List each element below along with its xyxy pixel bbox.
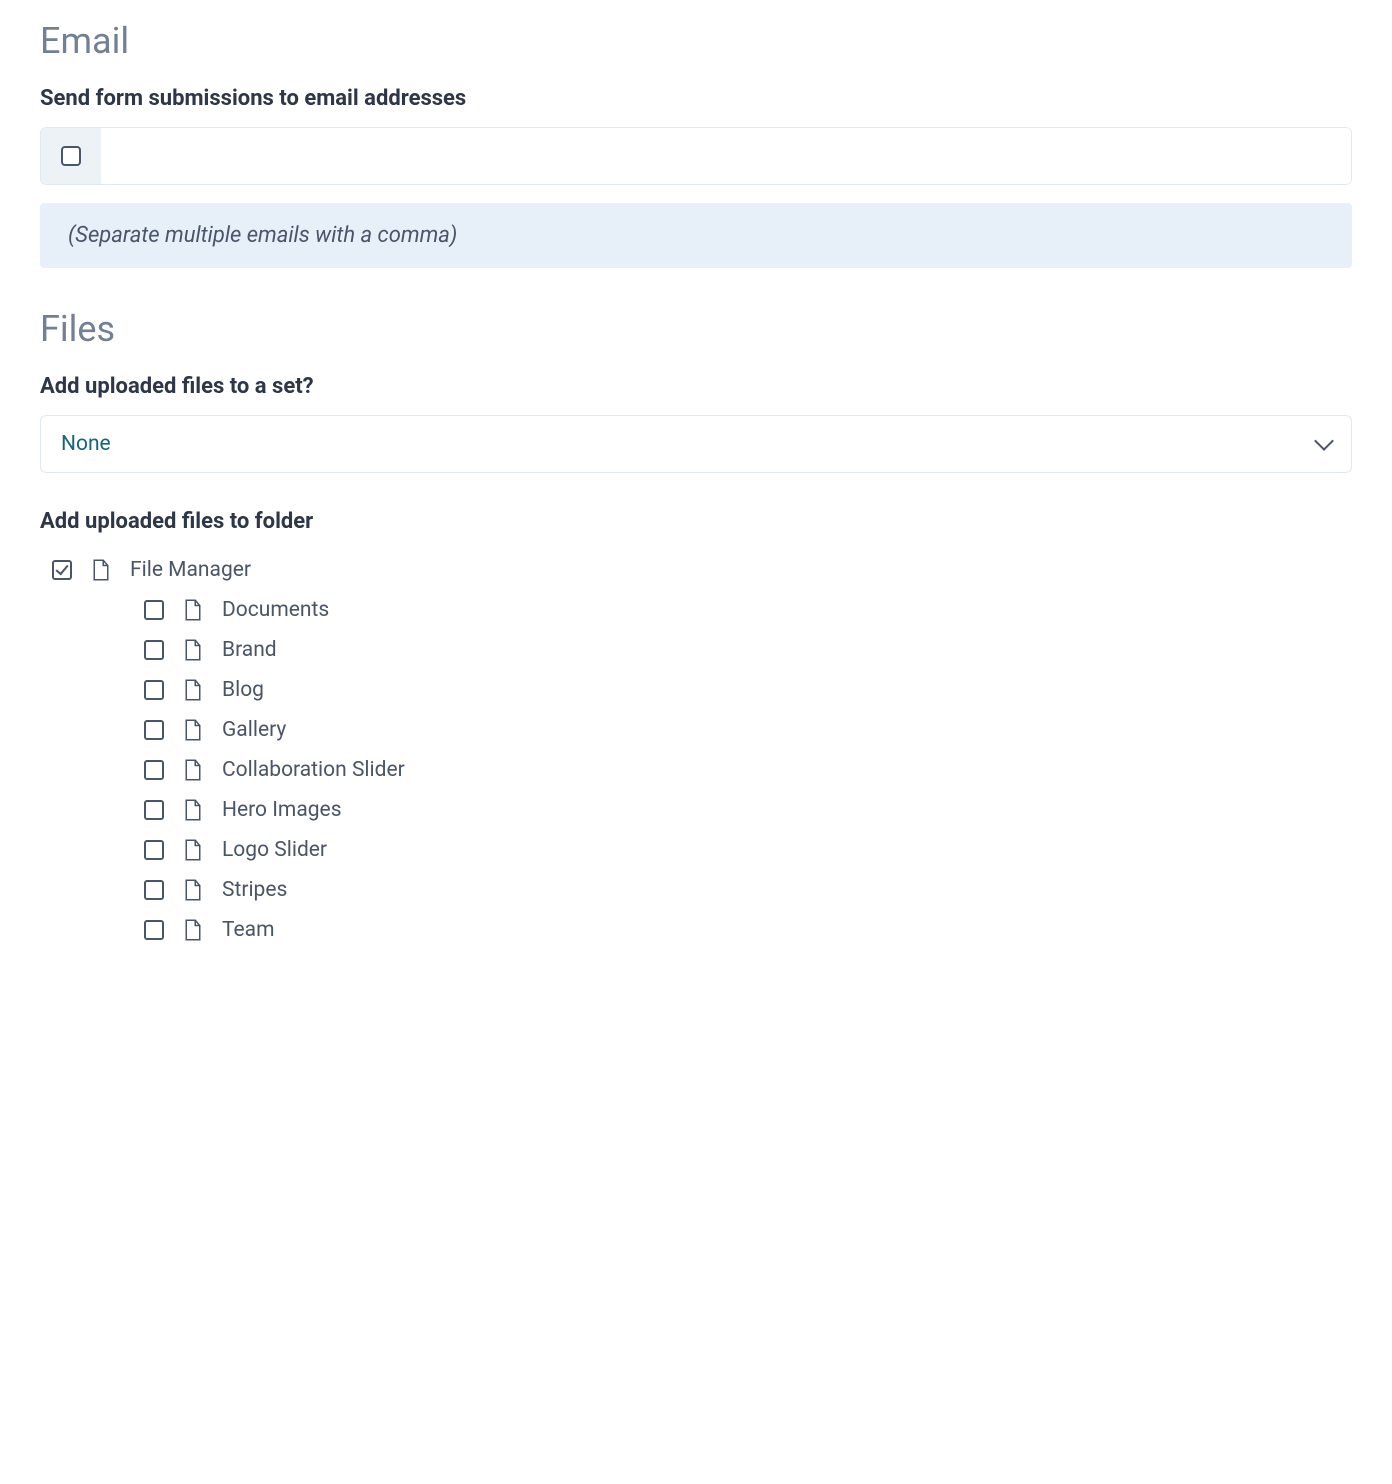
file-set-label: Add uploaded files to a set? (40, 374, 1352, 399)
tree-row[interactable]: Team (144, 910, 1352, 950)
tree-label: Stripes (222, 878, 287, 902)
email-input-group (40, 127, 1352, 185)
tree-row[interactable]: Hero Images (144, 790, 1352, 830)
email-heading: Email (40, 20, 1352, 62)
page-icon (184, 679, 202, 701)
tree-label: Gallery (222, 718, 286, 742)
email-checkbox-prepend[interactable] (41, 128, 101, 184)
tree-row[interactable]: Documents (144, 590, 1352, 630)
file-set-select[interactable]: None (40, 415, 1352, 473)
tree-row[interactable]: Blog (144, 670, 1352, 710)
tree-label: Hero Images (222, 798, 342, 822)
files-section: Files Add uploaded files to a set? None … (40, 308, 1352, 950)
email-input[interactable] (101, 128, 1351, 184)
file-set-selected-value: None (61, 432, 111, 456)
tree-label: Brand (222, 638, 277, 662)
folder-label: Add uploaded files to folder (40, 509, 1352, 534)
folder-tree: File Manager Documents Brand Blog Gallery Co… (40, 550, 1352, 950)
checkbox-icon[interactable] (144, 880, 164, 900)
checkbox-checked-icon[interactable] (52, 560, 72, 580)
page-icon (184, 919, 202, 941)
tree-row[interactable]: Brand (144, 630, 1352, 670)
chevron-down-icon (1314, 431, 1334, 451)
checkbox-icon (61, 146, 81, 166)
tree-label: Collaboration Slider (222, 758, 405, 782)
email-hint: (Separate multiple emails with a comma) (40, 203, 1352, 268)
tree-label: Blog (222, 678, 264, 702)
checkbox-icon[interactable] (144, 720, 164, 740)
tree-label: Logo Slider (222, 838, 327, 862)
checkbox-icon[interactable] (144, 840, 164, 860)
tree-label: Documents (222, 598, 329, 622)
files-heading: Files (40, 308, 1352, 350)
tree-row-root[interactable]: File Manager (52, 550, 1352, 590)
page-icon (184, 799, 202, 821)
tree-label: File Manager (130, 558, 251, 582)
email-section: Email Send form submissions to email add… (40, 20, 1352, 268)
checkbox-icon[interactable] (144, 600, 164, 620)
page-icon (184, 639, 202, 661)
tree-row[interactable]: Stripes (144, 870, 1352, 910)
page-icon (184, 759, 202, 781)
page-icon (92, 559, 110, 581)
tree-row[interactable]: Logo Slider (144, 830, 1352, 870)
tree-row[interactable]: Collaboration Slider (144, 750, 1352, 790)
checkbox-icon[interactable] (144, 760, 164, 780)
checkbox-icon[interactable] (144, 800, 164, 820)
checkbox-icon[interactable] (144, 920, 164, 940)
email-field-label: Send form submissions to email addresses (40, 86, 1352, 111)
checkbox-icon[interactable] (144, 680, 164, 700)
tree-label: Team (222, 918, 275, 942)
page-icon (184, 839, 202, 861)
page-icon (184, 719, 202, 741)
page-icon (184, 879, 202, 901)
checkbox-icon[interactable] (144, 640, 164, 660)
page-icon (184, 599, 202, 621)
tree-row[interactable]: Gallery (144, 710, 1352, 750)
